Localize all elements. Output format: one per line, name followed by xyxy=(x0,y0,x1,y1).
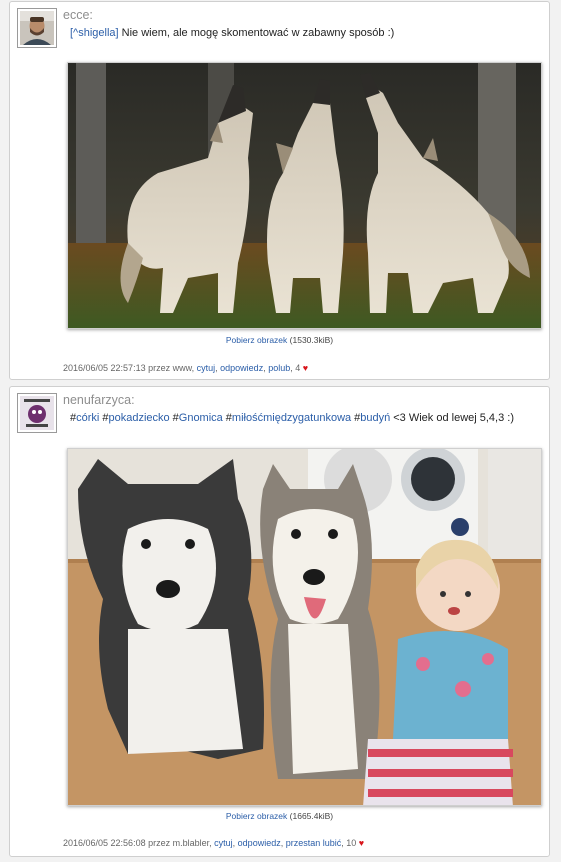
tag-link[interactable]: Gnomica xyxy=(179,412,223,424)
timestamp: 2016/06/05 22:57:13 xyxy=(63,363,146,373)
like-count: 10 xyxy=(346,838,357,848)
reply-link[interactable]: odpowiedz xyxy=(238,838,281,848)
quote-link[interactable]: cytuj xyxy=(214,838,233,848)
comment-text: [^shigella] Nie wiem, ale mogę skomentow… xyxy=(70,27,543,39)
user-avatar-graphic xyxy=(20,396,54,430)
avatar[interactable] xyxy=(17,393,57,433)
comment-meta: 2016/06/05 22:57:13 przez www, cytuj, od… xyxy=(63,363,309,373)
comment-image[interactable] xyxy=(67,62,542,329)
quote-link[interactable]: cytuj xyxy=(197,363,216,373)
download-row: Pobierz obrazek (1665.4kiB) xyxy=(10,811,549,821)
heart-icon: ♥ xyxy=(302,363,309,373)
tag-link[interactable]: córki xyxy=(76,412,99,424)
comment-text: #córki #pokadziecko #Gnomica #miłośćmiędzyg… xyxy=(70,412,515,424)
mention-link[interactable]: [^shigella] xyxy=(70,27,119,39)
comment-image[interactable] xyxy=(67,448,542,806)
author-source: przez m.blabler, xyxy=(148,838,212,848)
comment-meta: 2016/06/05 22:56:08 przez m.blabler, cyt… xyxy=(63,838,365,848)
tag-link[interactable]: pokadziecko xyxy=(108,412,169,424)
file-size: (1530.3kiB) xyxy=(289,335,334,345)
like-count: 4 xyxy=(295,363,301,373)
download-image-link[interactable]: Pobierz obrazek xyxy=(226,811,287,821)
like-link[interactable]: polub xyxy=(268,363,290,373)
timestamp: 2016/06/05 22:56:08 xyxy=(63,838,146,848)
comment-card: nenufarzyca: #córki #pokadziecko #Gnomica #… xyxy=(9,386,550,857)
username[interactable]: nenufarzyca: xyxy=(63,393,135,407)
author-source: przez www, xyxy=(148,363,195,373)
user-photo xyxy=(20,11,54,45)
download-row: Pobierz obrazek (1530.3kiB) xyxy=(10,335,549,345)
reply-link[interactable]: odpowiedz xyxy=(220,363,263,373)
username[interactable]: ecce: xyxy=(63,8,93,22)
heart-icon: ♥ xyxy=(358,838,365,848)
download-image-link[interactable]: Pobierz obrazek xyxy=(226,335,287,345)
tag-link[interactable]: budyń xyxy=(360,412,390,424)
unlike-link[interactable]: przestan lubić xyxy=(286,838,342,848)
comment-body: <3 Wiek od lewej 5,4,3 :) xyxy=(393,412,515,424)
dogs-and-child-image xyxy=(68,449,541,805)
tag-link[interactable]: miłośćmiędzygatunkowa xyxy=(232,412,351,424)
file-size: (1665.4kiB) xyxy=(289,811,334,821)
wolves-image xyxy=(68,63,541,328)
comment-body: Nie wiem, ale mogę skomentować w zabawny… xyxy=(118,27,395,39)
avatar[interactable] xyxy=(17,8,57,48)
comment-card: ecce: [^shigella] Nie wiem, ale mogę sko… xyxy=(9,1,550,380)
